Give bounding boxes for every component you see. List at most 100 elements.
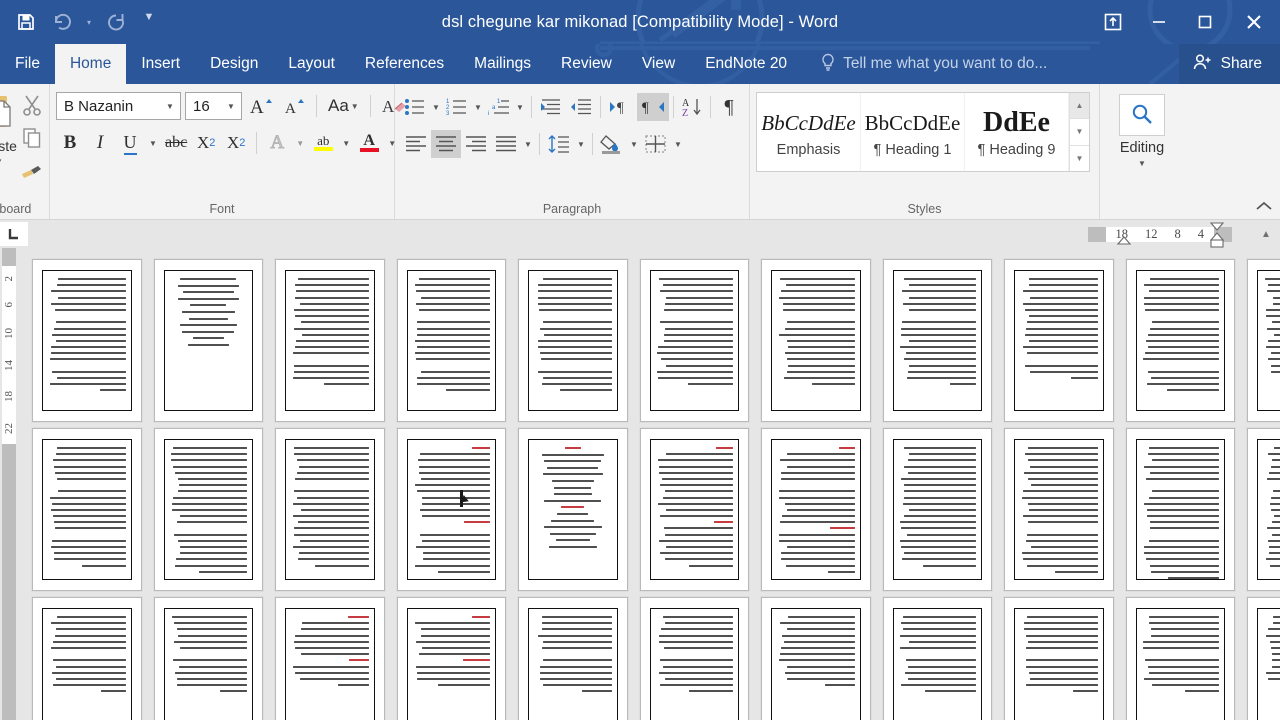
show-formatting-marks-icon[interactable]: ¶ [715,93,743,121]
font-size-caret-icon[interactable]: ▼ [223,102,239,111]
document-page[interactable] [1004,428,1114,591]
page-thumbnail-cell[interactable] [877,425,999,594]
page-thumbnail-cell[interactable] [1241,594,1280,720]
sort-icon[interactable]: AZ [678,93,706,121]
page-thumbnail-cell[interactable] [755,425,877,594]
document-page[interactable] [882,597,992,720]
editing-dropdown-caret-icon[interactable]: ▼ [1138,159,1146,168]
decrease-indent-icon[interactable] [536,93,566,121]
page-thumbnail-cell[interactable] [148,425,270,594]
page-thumbnail-cell[interactable] [1120,425,1242,594]
change-case-icon[interactable]: Aa ▼ [325,92,362,120]
page-thumbnail-cell[interactable] [512,425,634,594]
page-thumbnail-cell[interactable] [634,594,756,720]
style-item-emphasis[interactable]: BbCcDdEe Emphasis [757,93,861,171]
underline-dropdown-caret-icon[interactable]: ▼ [146,129,160,157]
font-name-combo[interactable]: B Nazanin ▼ [56,92,181,120]
page-thumbnail-cell[interactable] [1241,256,1280,425]
page-thumbnail-cell[interactable] [877,256,999,425]
font-size-combo[interactable]: 16 ▼ [185,92,242,120]
page-thumbnail-cell[interactable] [512,594,634,720]
align-left-icon[interactable] [401,130,431,158]
document-page[interactable] [761,259,871,422]
page-thumbnail-cell[interactable] [269,425,391,594]
styles-scroll-buttons[interactable]: ▲ ▼ ▼ ‾ [1069,93,1089,171]
vertical-ruler[interactable]: 2 6 10 14 18 22 [0,248,18,720]
document-page[interactable] [1125,428,1235,591]
bold-icon[interactable]: B [56,129,84,157]
editing-button[interactable]: Editing ▼ [1113,88,1171,168]
styles-gallery[interactable]: BbCcDdEe Emphasis BbCcDdEe ¶ Heading 1 D… [756,92,1090,172]
page-thumbnail-cell[interactable] [755,594,877,720]
tab-view[interactable]: View [627,44,690,84]
superscript-icon[interactable]: X2 [222,129,250,157]
page-thumbnail-cell[interactable] [391,594,513,720]
subscript-icon[interactable]: X2 [192,129,220,157]
line-spacing-icon[interactable] [544,130,574,158]
bullets-icon[interactable] [401,93,429,121]
justify-icon[interactable] [491,130,521,158]
tab-insert[interactable]: Insert [126,44,195,84]
style-item-heading-1[interactable]: BbCcDdEe ¶ Heading 1 [861,93,965,171]
document-page[interactable] [32,428,142,591]
page-thumbnail-cell[interactable] [998,594,1120,720]
redo-icon[interactable] [100,7,132,37]
tab-layout[interactable]: Layout [273,44,350,84]
document-page[interactable] [1247,259,1280,422]
document-page[interactable] [518,597,628,720]
ribbon-tabs[interactable]: File Home Insert Design Layout Reference… [0,44,802,84]
numbering-caret-icon[interactable]: ▼ [471,93,485,121]
format-painter-icon[interactable] [20,160,44,185]
horizontal-ruler[interactable]: 18 12 8 4 ▲ [0,220,1280,248]
customize-qat-icon[interactable]: ▼ [136,7,162,37]
page-thumbnail-cell[interactable] [998,425,1120,594]
ltr-text-direction-icon[interactable]: ¶ [605,93,637,121]
page-thumbnail-cell[interactable] [512,256,634,425]
copy-icon[interactable] [21,127,43,154]
restore-icon[interactable] [1182,0,1228,44]
page-thumbnail-cell[interactable] [877,594,999,720]
text-effects-icon[interactable]: A [263,129,291,157]
cut-icon[interactable] [21,94,43,121]
left-indent-marker-icon[interactable] [1116,231,1132,249]
document-page[interactable] [1125,259,1235,422]
page-thumbnail-cell[interactable] [26,425,148,594]
page-thumbnail-cell[interactable] [269,256,391,425]
page-thumbnail-cell[interactable] [26,256,148,425]
text-effects-caret-icon[interactable]: ▼ [293,129,307,157]
page-thumbnail-cell[interactable] [1241,425,1280,594]
undo-icon[interactable] [46,7,78,37]
document-page[interactable] [275,428,385,591]
document-page[interactable] [1125,597,1235,720]
numbering-icon[interactable]: 123 [443,93,471,121]
document-page[interactable] [1004,597,1114,720]
font-name-caret-icon[interactable]: ▼ [162,102,178,111]
line-spacing-caret-icon[interactable]: ▼ [574,130,588,158]
document-page[interactable] [882,428,992,591]
align-right-icon[interactable] [461,130,491,158]
strikethrough-icon[interactable]: abc [162,129,190,157]
rtl-text-direction-icon[interactable]: ¶ [637,93,669,121]
bullets-caret-icon[interactable]: ▼ [429,93,443,121]
search-magnifier-icon[interactable] [1119,94,1165,136]
document-page[interactable] [639,428,749,591]
right-indent-marker-icon[interactable] [1208,220,1226,248]
quick-access-toolbar[interactable]: ▾ ▼ [0,7,162,37]
share-button[interactable]: Share [1178,44,1280,84]
document-page[interactable] [32,597,142,720]
page-thumbnail-cell[interactable] [998,256,1120,425]
page-thumbnail-cell[interactable] [634,425,756,594]
save-icon[interactable] [10,7,42,37]
document-page[interactable] [639,597,749,720]
style-scroll-down-icon[interactable]: ▼ [1070,119,1089,146]
paste-button[interactable]: Paste ▼ [0,88,20,166]
page-thumbnail-cell[interactable] [148,256,270,425]
underline-icon[interactable]: U [116,129,144,157]
document-page[interactable] [761,597,871,720]
page-thumbnail-cell[interactable] [148,594,270,720]
tab-review[interactable]: Review [546,44,627,84]
style-more-icon[interactable]: ▼ ‾ [1070,145,1089,171]
style-scroll-up-icon[interactable]: ▲ [1070,93,1089,120]
undo-dropdown-caret-icon[interactable]: ▾ [82,7,96,37]
align-center-icon[interactable] [431,130,461,158]
